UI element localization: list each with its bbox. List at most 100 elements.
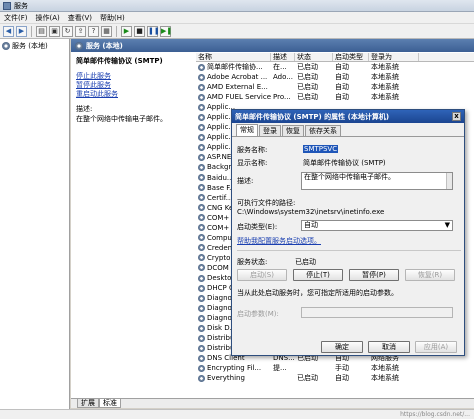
gear-icon [75,41,83,50]
console-tree-icon[interactable]: ▤ [36,25,47,37]
gear-icon [198,204,205,212]
cell-logon-as: 本地系统 [371,374,399,383]
forward-arrow-icon[interactable]: ▶ [16,25,27,37]
display-name-label: 显示名称: [237,159,268,167]
column-header-startup-type[interactable]: 启动类型 [333,53,369,61]
gear-icon [198,133,205,141]
restart-service-link[interactable]: 重启动此服务 [76,90,191,99]
service-name-value[interactable]: SMTPSVC [303,145,339,153]
tab-general[interactable]: 常规 [236,124,258,136]
gear-icon [198,334,205,342]
description-pane: 简单邮件传输协议 (SMTP) 停止此服务 暂停此服务 重启动此服务 描述: 在… [76,56,191,124]
description-label: 描述: [76,105,93,113]
pause-service-link[interactable]: 暂停此服务 [76,81,191,90]
gear-icon [198,174,205,182]
toolbar-divider [31,25,32,37]
show-hide-icon[interactable]: ▦ [101,25,112,37]
menu-help[interactable]: 帮助(H) [100,13,125,23]
restart-icon[interactable]: ▶❚ [160,25,172,37]
cell-name: Everything [196,373,271,383]
table-row[interactable]: AMD FUEL Service Pro... 已启动 自动 本地系统 [196,92,474,102]
cancel-button[interactable]: 取消 [368,341,410,353]
gear-icon [198,304,205,312]
description-scrollbar[interactable] [446,173,452,189]
cell-logon-as: 本地系统 [371,364,399,373]
column-header-status[interactable]: 状态 [295,53,333,61]
table-row[interactable]: Encrypting Fil... 提... 手动 本地系统 [196,363,474,373]
cell-description: 提... [273,364,287,373]
cell-name-text: 简单邮件传输协... [207,63,263,72]
description-label: 描述: [237,177,254,185]
description-field[interactable]: 在整个网络中传输电子邮件。 [301,172,453,190]
dialog-divider [237,250,461,251]
tab-recovery[interactable]: 恢复 [282,125,304,136]
tab-logon[interactable]: 登录 [259,125,281,136]
help-configure-link[interactable]: 帮助我配置服务启动选项。 [237,236,321,246]
menu-bar: 文件(F) 操作(A) 查看(V) 帮助(H) [0,12,474,24]
window-title: 服务 [14,1,28,10]
toolbar-divider [116,25,117,37]
export-icon[interactable]: ⇪ [75,25,86,37]
tab-dependencies[interactable]: 依存关系 [305,125,341,136]
pause-button[interactable]: 暂停(P) [349,269,399,281]
startup-type-label: 启动类型(E): [237,223,278,231]
help-icon[interactable]: ? [88,25,99,37]
gear-icon [198,73,205,81]
table-row[interactable]: AMD External E... 已启动 自动 本地系统 [196,82,474,92]
cell-startup-type: 自动 [335,93,349,102]
tab-extended[interactable]: 扩展 [77,399,99,408]
view-tabs: 扩展 标准 [71,398,474,408]
pause-icon[interactable]: ❚❚ [147,25,160,37]
tree-item-services-local[interactable]: 服务 (本地) [0,39,69,53]
menu-action[interactable]: 操作(A) [36,13,60,23]
gear-icon [198,143,205,151]
console-tree: 服务 (本地) [0,39,70,410]
gear-icon [198,163,205,171]
close-icon[interactable]: x [452,112,461,121]
stop-button[interactable]: 停止(T) [293,269,343,281]
ok-button[interactable]: 确定 [321,341,363,353]
refresh-icon[interactable]: ↻ [62,25,73,37]
table-row[interactable]: Everything 已启动 自动 本地系统 [196,373,474,383]
dialog-tabs: 常规 登录 恢复 依存关系 [232,124,464,137]
gear-icon [198,344,205,352]
start-params-input[interactable] [301,307,453,318]
exe-path-value[interactable]: C:\Windows\system32\inetsrv\inetinfo.exe [237,208,384,216]
start-button[interactable]: 启动(S) [237,269,287,281]
gear-icon [198,254,205,262]
stop-icon[interactable]: ■ [134,25,145,37]
column-header-name[interactable]: 名称 [196,53,271,61]
start-icon[interactable]: ▶ [121,25,132,37]
gear-icon [198,354,205,362]
display-name-value[interactable]: 简单邮件传输协议 (SMTP) [303,158,386,168]
cell-name: AMD External E... [196,82,271,92]
menu-view[interactable]: 查看(V) [68,13,92,23]
gear-icon [198,314,205,322]
exe-path-label: 可执行文件的路径: [237,199,296,207]
column-header-description[interactable]: 描述 [271,53,295,61]
cell-status: 已启动 [297,63,318,72]
properties-icon[interactable]: ▣ [49,25,60,37]
panel-header: 服务 (本地) [71,39,474,52]
resume-button[interactable]: 恢复(R) [405,269,455,281]
startup-type-value: 自动 [304,221,318,229]
column-header-logon-as[interactable]: 登录为 [369,53,419,61]
gear-icon [198,324,205,332]
cell-name-text: Adobe Acrobat ... [207,73,268,82]
back-arrow-icon[interactable]: ◀ [3,25,14,37]
startup-type-select[interactable]: 自动 ▼ [301,220,453,231]
tab-standard[interactable]: 标准 [99,399,121,408]
selected-service-name: 简单邮件传输协议 (SMTP) [76,57,163,65]
table-row[interactable]: Adobe Acrobat ... Ado... 已启动 自动 本地系统 [196,72,474,82]
stop-service-link[interactable]: 停止此服务 [76,72,191,81]
menu-file[interactable]: 文件(F) [4,13,28,23]
cell-description: Pro... [273,93,291,102]
table-row[interactable]: 简单邮件传输协... 在... 已启动 自动 本地系统 [196,62,474,72]
gear-icon [198,184,205,192]
dialog-title: 简单邮件传输协议 (SMTP) 的属性 (本地计算机) [235,112,390,121]
toolbar: ◀ ▶ ▤ ▣ ↻ ⇪ ? ▦ ▶ ■ ❚❚ ▶❚ [0,24,474,39]
apply-button[interactable]: 应用(A) [415,341,457,353]
service-status-label: 服务状态: [237,258,268,266]
cell-startup-type: 自动 [335,63,349,72]
service-name-selected-text: SMTPSVC [303,145,339,153]
